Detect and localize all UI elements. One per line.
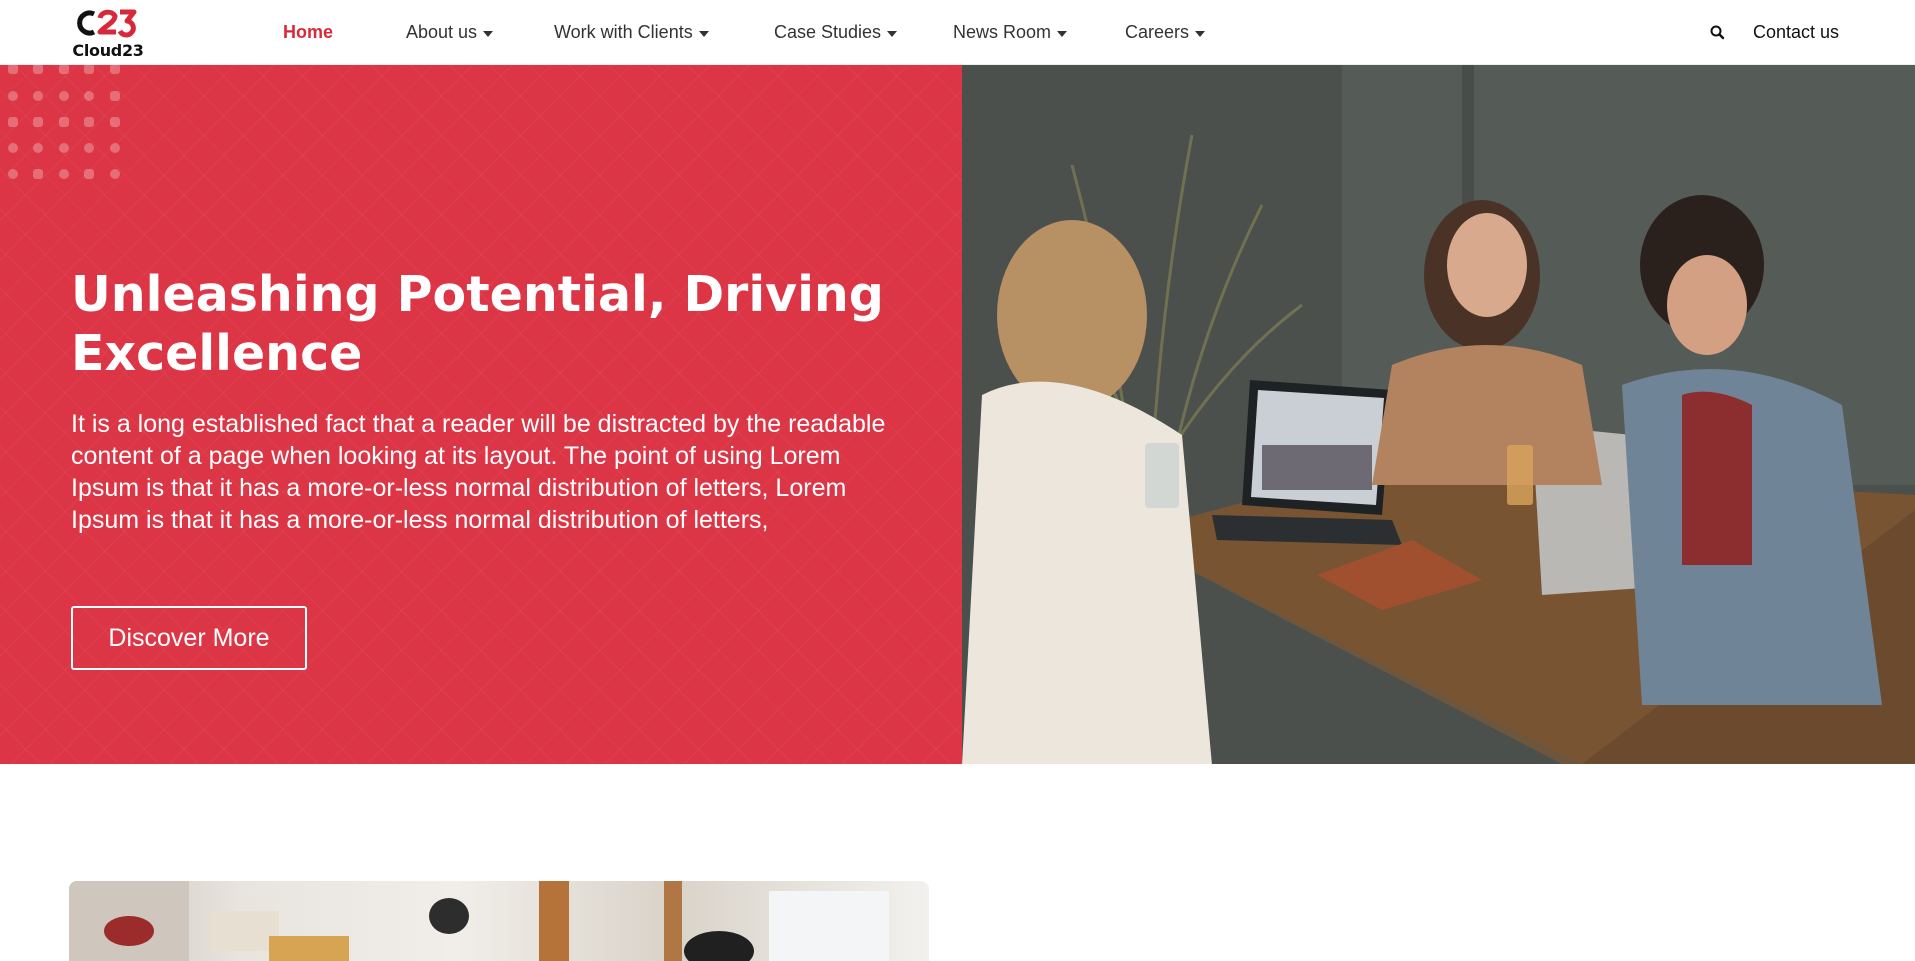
nav-home-label: Home [283,22,334,42]
chevron-down-icon [1195,30,1206,37]
section-image [69,881,929,961]
logo-text: Cloud23 [72,41,144,60]
hero-panel: Unleashing Potential, Driving Excellence… [0,65,962,764]
nav-careers-label: Careers [1125,22,1190,42]
nav-news-room-label: News Room [953,22,1052,42]
chevron-down-icon [698,30,709,37]
nav-case-studies-label: Case Studies [774,22,882,42]
search-button[interactable] [1707,22,1729,44]
logo-mark-icon [77,9,137,38]
hero-image [962,65,1915,764]
nav-news-room[interactable]: News Room [953,22,1068,43]
chevron-down-icon [483,30,494,37]
contact-us-link[interactable]: Contact us [1753,22,1839,43]
chevron-down-icon [887,30,898,37]
nav-home[interactable]: Home [283,22,333,43]
nav-about-us-label: About us [406,22,478,42]
dot-pattern-decoration [8,65,120,179]
hero-description: It is a long established fact that a rea… [71,410,886,534]
office-photo-illustration [69,881,889,961]
search-icon [1710,25,1725,40]
hero-photo-illustration [962,65,1915,764]
chevron-down-icon [1057,30,1068,37]
nav-about-us[interactable]: About us [406,22,494,43]
nav-case-studies[interactable]: Case Studies [774,22,898,43]
hero-title: Unleashing Potential, Driving Excellence [71,266,884,382]
site-header: Cloud23 Home About us Work with Clients … [0,0,1915,65]
nav-careers[interactable]: Careers [1125,22,1206,43]
nav-work-with-clients[interactable]: Work with Clients [554,22,709,43]
nav-work-with-clients-label: Work with Clients [554,22,693,42]
logo[interactable]: Cloud23 [70,4,146,60]
discover-more-button[interactable]: Discover More [71,606,307,670]
